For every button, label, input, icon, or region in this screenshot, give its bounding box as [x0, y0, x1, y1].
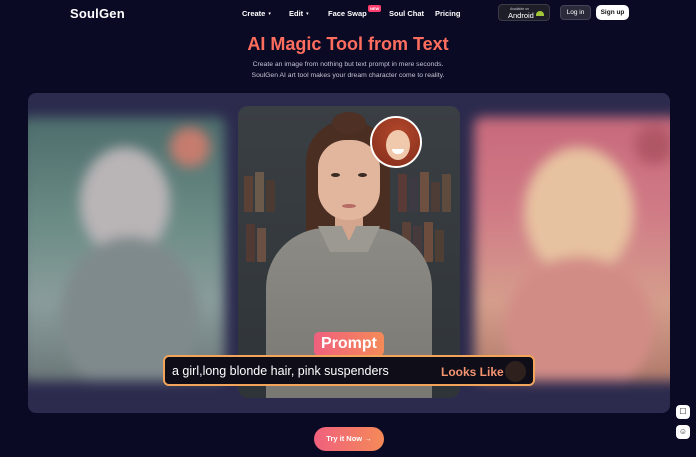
- blurred-example-image-right: [474, 117, 670, 381]
- page-title: AI Magic Tool from Text: [247, 34, 449, 54]
- avatar-face: [386, 130, 410, 160]
- nav-create[interactable]: Create ▾: [242, 9, 271, 18]
- chevron-down-icon: ▾: [306, 11, 309, 17]
- android-icon: [536, 11, 544, 16]
- soulgen-logo[interactable]: SoulGen: [70, 6, 125, 21]
- nav-pricing-label: Pricing: [435, 9, 461, 18]
- subtitle-line-2: SoulGen AI art tool makes your dream cha…: [251, 72, 445, 79]
- subtitle-line-1: Create an image from nothing but text pr…: [252, 61, 444, 68]
- looks-like-thumbnail: [505, 361, 526, 382]
- reference-face-avatar: [370, 116, 422, 168]
- portrait-hair-bun: [332, 112, 366, 134]
- blurred-avatar: [634, 125, 670, 165]
- looks-like-label: Looks Like: [441, 365, 504, 379]
- prompt-bar: a girl,long blonde hair, pink suspenders…: [163, 355, 535, 386]
- nav-soul-chat[interactable]: Soul Chat: [389, 9, 424, 18]
- nav-edit[interactable]: Edit ▾: [289, 9, 309, 18]
- chat-support-icon[interactable]: ☺: [676, 425, 690, 439]
- portrait-eye: [358, 173, 367, 177]
- portrait-face: [318, 140, 380, 220]
- site-header: SoulGen Create ▾ Edit ▾ Face Swap NEW Soul…: [0, 0, 696, 26]
- try-it-now-label: Try it Now: [326, 434, 363, 443]
- nav-edit-label: Edit: [289, 9, 304, 18]
- prompt-tag: Prompt: [314, 332, 384, 356]
- feedback-icon[interactable]: ☐: [676, 405, 690, 419]
- new-badge: NEW: [368, 5, 382, 12]
- signup-button[interactable]: Sign up: [596, 5, 629, 20]
- try-it-now-button[interactable]: Try it Now →: [314, 427, 384, 451]
- nav-soul-chat-label: Soul Chat: [389, 9, 424, 18]
- prompt-text: a girl,long blonde hair, pink suspenders: [172, 364, 389, 378]
- arrow-right-icon: →: [364, 434, 372, 443]
- nav-pricing[interactable]: Pricing: [435, 9, 460, 18]
- android-download-button[interactable]: Available on Android: [498, 4, 550, 21]
- portrait-lips: [342, 204, 356, 208]
- android-label: Android: [508, 11, 534, 20]
- blurred-avatar: [170, 127, 210, 167]
- blurred-example-image-left: [28, 117, 225, 381]
- portrait-eye: [331, 173, 340, 177]
- nav-face-swap[interactable]: Face Swap NEW: [328, 5, 382, 18]
- nav-create-label: Create: [242, 9, 266, 18]
- nav-face-swap-label: Face Swap: [328, 9, 367, 18]
- chevron-down-icon: ▾: [268, 11, 271, 17]
- login-button[interactable]: Log in: [560, 5, 591, 20]
